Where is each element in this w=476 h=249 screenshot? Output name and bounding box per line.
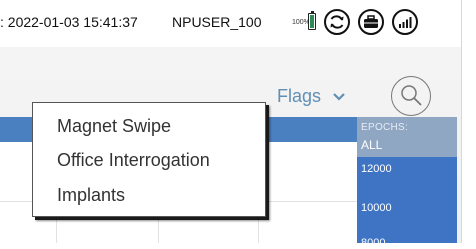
- menu-item-office-interrogation[interactable]: Office Interrogation: [57, 150, 210, 171]
- briefcase-icon: [364, 15, 378, 28]
- search-icon: [401, 85, 422, 106]
- user-name: NPUSER_100: [172, 14, 262, 30]
- epochs-value: ALL: [361, 138, 383, 152]
- flags-label: Flags: [277, 86, 322, 106]
- right-edge-divider: [461, 0, 462, 243]
- flags-dropdown-toggle[interactable]: Flags: [277, 86, 346, 107]
- epochs-title: EPOCHS:: [361, 122, 409, 133]
- datetime-text: : 2022-01-03 15:41:37: [0, 14, 138, 30]
- epochs-tick-label: 10000: [361, 202, 392, 214]
- status-bar: : 2022-01-03 15:41:37 NPUSER_100 100%: [0, 0, 461, 47]
- epochs-column: EPOCHS: ALL 12000 10000 8000: [357, 117, 457, 249]
- signal-button[interactable]: [392, 9, 418, 35]
- epochs-header[interactable]: EPOCHS: ALL: [357, 117, 457, 157]
- briefcase-button[interactable]: [358, 9, 384, 35]
- search-button[interactable]: [391, 76, 431, 116]
- menu-item-magnet-swipe[interactable]: Magnet Swipe: [57, 116, 171, 137]
- battery-icon: [308, 11, 316, 30]
- menu-item-implants[interactable]: Implants: [57, 185, 125, 206]
- signal-icon: [399, 17, 412, 28]
- sync-button[interactable]: [324, 9, 350, 35]
- epochs-tick-label: 12000: [361, 163, 392, 175]
- flags-dropdown-menu: Magnet Swipe Office Interrogation Implan…: [32, 102, 266, 217]
- epochs-tick-label: 8000: [361, 237, 386, 249]
- sync-icon: [330, 15, 344, 29]
- chevron-down-icon: [333, 93, 345, 101]
